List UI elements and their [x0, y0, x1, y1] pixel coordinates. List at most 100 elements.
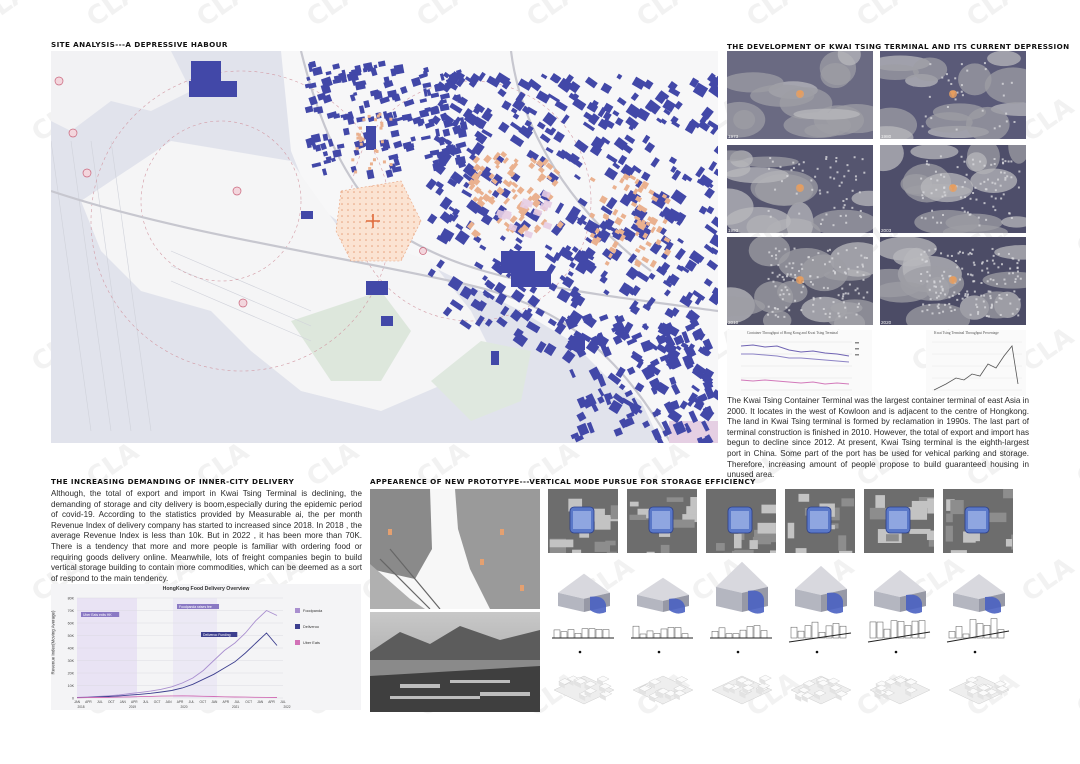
map-building	[380, 121, 384, 125]
harbour-photo	[370, 612, 540, 712]
prototype-section	[866, 618, 932, 658]
map-building	[374, 148, 378, 152]
map-building	[366, 126, 376, 150]
watermark-mark: CLA	[1071, 436, 1080, 494]
legend-swatch	[295, 640, 300, 645]
chart-y-tick: 20K	[68, 672, 75, 676]
chart-y-tick: 10K	[68, 684, 75, 688]
prototype-site-plan-drawing	[370, 489, 540, 609]
map-building	[381, 316, 393, 326]
prototype-aerial	[627, 489, 697, 553]
delivery-paragraph: Although, the total of export and import…	[51, 489, 362, 583]
prototype-massing-image	[948, 675, 1010, 705]
legend-label: Uber Eats	[303, 641, 320, 645]
map-building	[393, 64, 405, 75]
chart-x-tick: JAN	[257, 700, 264, 704]
prototype-model	[629, 556, 695, 614]
chart-y-tick: 30K	[68, 659, 75, 663]
watermark-mark: CLA	[1016, 321, 1080, 379]
map-building	[571, 336, 585, 350]
prototype-section	[629, 618, 695, 658]
prototype-model-image	[874, 569, 926, 614]
map-building	[374, 118, 378, 122]
prototype-section-image	[946, 618, 1010, 654]
aerial-year-label: 1973	[728, 134, 739, 139]
site-map-drawing	[51, 51, 718, 443]
prototype-model-image	[558, 573, 610, 614]
watermark-mark: CLA	[1071, 206, 1080, 264]
watermark-mark: CLA	[0, 0, 35, 34]
map-building	[354, 170, 358, 174]
map-building	[356, 136, 360, 140]
aerial-photo-image	[880, 145, 1026, 233]
prototype-section	[945, 618, 1011, 658]
prototype-aerial-image	[785, 489, 855, 553]
aerial-photo: 2020	[880, 237, 1026, 325]
map-building	[359, 142, 363, 146]
prototype-section	[787, 618, 853, 658]
development-heading: THE DEVELOPMENT OF KWAI TSING TERMINAL A…	[727, 42, 1070, 51]
chart-y-tick: 60K	[68, 622, 75, 626]
watermark-mark: CLA	[961, 0, 1025, 34]
chart-x-year: 2019	[129, 705, 136, 709]
aerial-photo: 2010	[727, 237, 873, 325]
chart-x-tick: JAN	[74, 700, 81, 704]
harbour-photo-image	[370, 612, 540, 712]
chart-y-tick: 50K	[68, 634, 75, 638]
map-building	[511, 271, 551, 287]
prototype-massing-image	[869, 675, 931, 705]
aerial-year-label: 2020	[881, 320, 892, 325]
chart-y-tick: 40K	[68, 647, 75, 651]
percentage-chart-plot	[932, 341, 1022, 391]
prototype-massing-image	[790, 675, 852, 705]
map-building	[368, 167, 372, 171]
prototype-aerial-image	[943, 489, 1013, 553]
map-building	[367, 114, 371, 118]
prototype-model	[945, 556, 1011, 614]
throughput-chart-plot	[740, 341, 859, 391]
prototype-site-plan	[370, 489, 540, 609]
prototype-massing	[945, 664, 1011, 708]
prototype-model-image	[716, 561, 768, 614]
watermark-mark: CLA	[191, 0, 255, 34]
prototype-massing	[866, 664, 932, 708]
watermark-mark: CLA	[301, 0, 365, 34]
map-building	[372, 158, 376, 162]
watermark-mark: CLA	[81, 0, 145, 34]
map-building	[358, 126, 362, 130]
chart-x-tick: APR	[131, 700, 138, 704]
watermark-mark: CLA	[631, 0, 695, 34]
prototype-model	[787, 556, 853, 614]
watermark-mark: CLA	[851, 0, 915, 34]
watermark-mark: CLA	[1016, 91, 1080, 149]
map-building	[357, 133, 361, 137]
chart-x-tick: OCT	[154, 700, 161, 704]
map-building	[189, 81, 237, 97]
map-building	[380, 140, 384, 144]
prototype-section	[550, 618, 616, 658]
chart-y-tick: 70K	[68, 609, 75, 613]
prototype-massing	[629, 664, 695, 708]
aerial-photo-image	[727, 145, 873, 233]
map-building	[376, 114, 380, 118]
aerial-year-label: 1993	[728, 228, 739, 233]
prototype-aerial	[864, 489, 934, 553]
chart-x-tick: JAN	[211, 700, 218, 704]
chart-annotation: Deliveroo Funding	[203, 633, 231, 637]
map-building	[435, 83, 443, 91]
prototype-model-image	[795, 565, 847, 614]
chart-annotation: Uber Eats exits HK	[83, 613, 112, 617]
watermark-mark: CLA	[521, 0, 585, 34]
watermark-mark: CLA	[1071, 666, 1080, 724]
map-building	[355, 147, 359, 151]
chart-x-tick: JUL	[280, 700, 286, 704]
prototype-aerial-image	[864, 489, 934, 553]
aerial-year-label: 2003	[881, 228, 892, 233]
aerial-photo: 2003	[880, 145, 1026, 233]
chart-x-tick: OCT	[245, 700, 252, 704]
prototype-aerial-image	[706, 489, 776, 553]
chart-x-tick: JUL	[143, 700, 149, 704]
map-building	[501, 251, 535, 273]
map-building	[360, 137, 364, 141]
prototype-aerial-image	[548, 489, 618, 553]
